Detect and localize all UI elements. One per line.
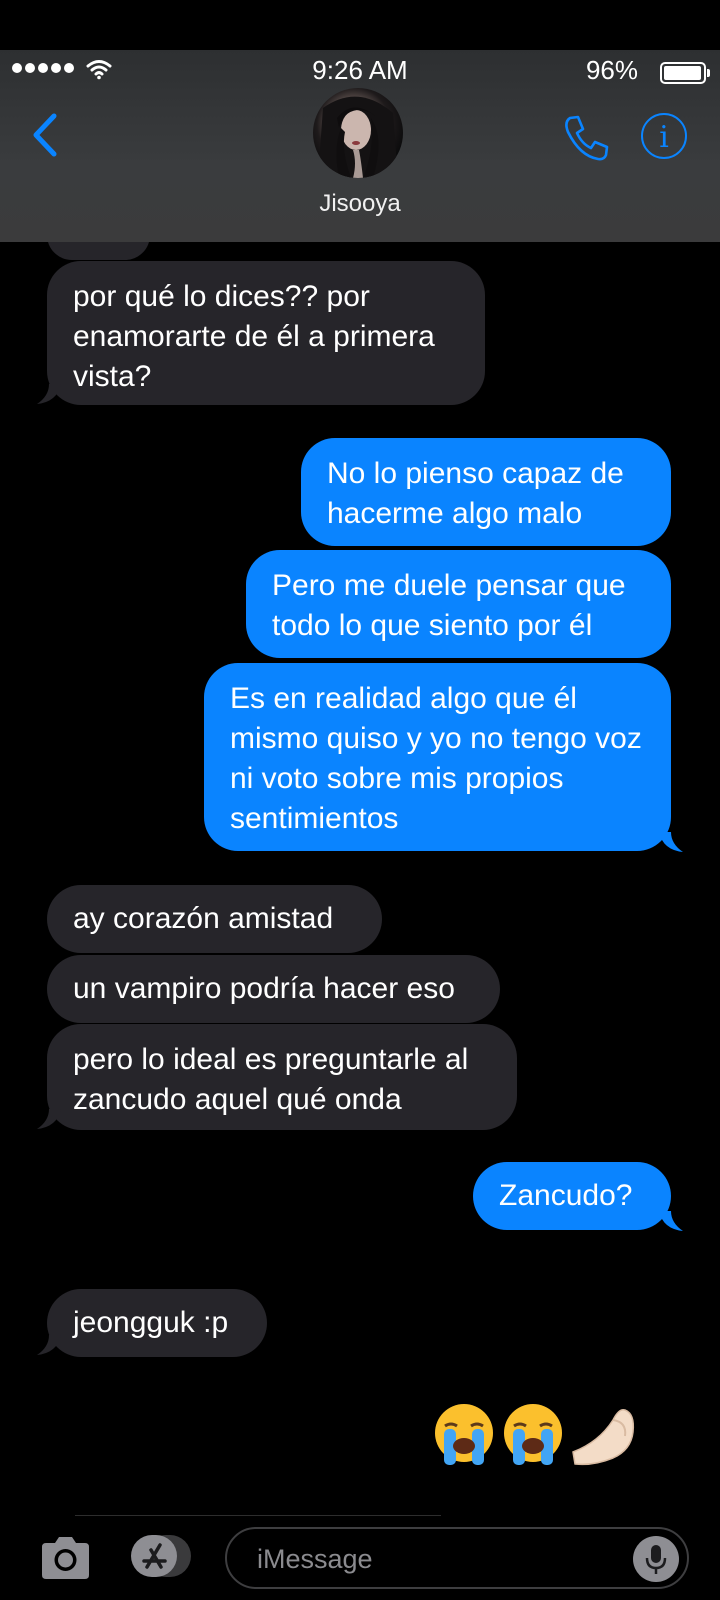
bubble-tail bbox=[37, 1109, 61, 1129]
app-store-icon[interactable] bbox=[131, 1533, 191, 1579]
message-bubble-outgoing[interactable]: Zancudo? bbox=[473, 1162, 671, 1230]
info-icon[interactable]: i bbox=[641, 113, 687, 159]
phone-icon[interactable] bbox=[560, 112, 612, 164]
loudly-crying-face-icon bbox=[504, 1404, 562, 1465]
bubble-tail bbox=[37, 384, 61, 404]
message-bubble-incoming[interactable]: pero lo ideal es preguntarle al zancudo … bbox=[47, 1024, 517, 1130]
message-bubble-outgoing[interactable]: Es en realidad algo que él mismo quiso y… bbox=[204, 663, 671, 851]
message-input-field[interactable] bbox=[225, 1527, 689, 1589]
camera-icon[interactable] bbox=[38, 1533, 93, 1581]
emoji-message[interactable]: 😭😭🤌🏻 bbox=[431, 1402, 639, 1468]
loudly-crying-face-icon bbox=[435, 1404, 493, 1465]
bubble-tail bbox=[37, 1335, 61, 1355]
message-bubble-incoming[interactable]: un vampiro podría hacer eso bbox=[47, 955, 500, 1023]
message-bubble-incoming[interactable]: por qué lo dices?? por enamorarte de él … bbox=[47, 261, 485, 405]
bubble-tail bbox=[659, 1211, 683, 1231]
message-bubble-outgoing[interactable]: No lo pienso capaz de hacerme algo malo bbox=[301, 438, 671, 546]
back-chevron-icon[interactable] bbox=[26, 110, 66, 160]
bubble-tail bbox=[659, 832, 683, 852]
microphone-icon[interactable] bbox=[633, 1536, 679, 1582]
message-bubble-outgoing[interactable]: Pero me duele pensar que todo lo que sie… bbox=[246, 550, 671, 658]
composer-divider bbox=[75, 1515, 441, 1516]
conversation-header: 9:26 AM 96% Jisooya i bbox=[0, 50, 720, 242]
battery-percentage: 96% bbox=[585, 55, 638, 85]
message-input[interactable] bbox=[255, 1539, 629, 1579]
message-bubble-incoming[interactable]: jeongguk :p bbox=[47, 1289, 267, 1357]
pinched-fingers-icon bbox=[572, 1408, 635, 1466]
message-bubble-incoming[interactable]: ay corazón amistad bbox=[47, 885, 382, 953]
battery-icon bbox=[660, 62, 710, 84]
screen: 9:26 AM 96% Jisooya i por qué lo dices??… bbox=[0, 0, 720, 1600]
status-bar: 9:26 AM 96% bbox=[0, 50, 720, 90]
contact-name[interactable]: Jisooya bbox=[0, 190, 720, 218]
contact-avatar[interactable] bbox=[313, 88, 403, 178]
